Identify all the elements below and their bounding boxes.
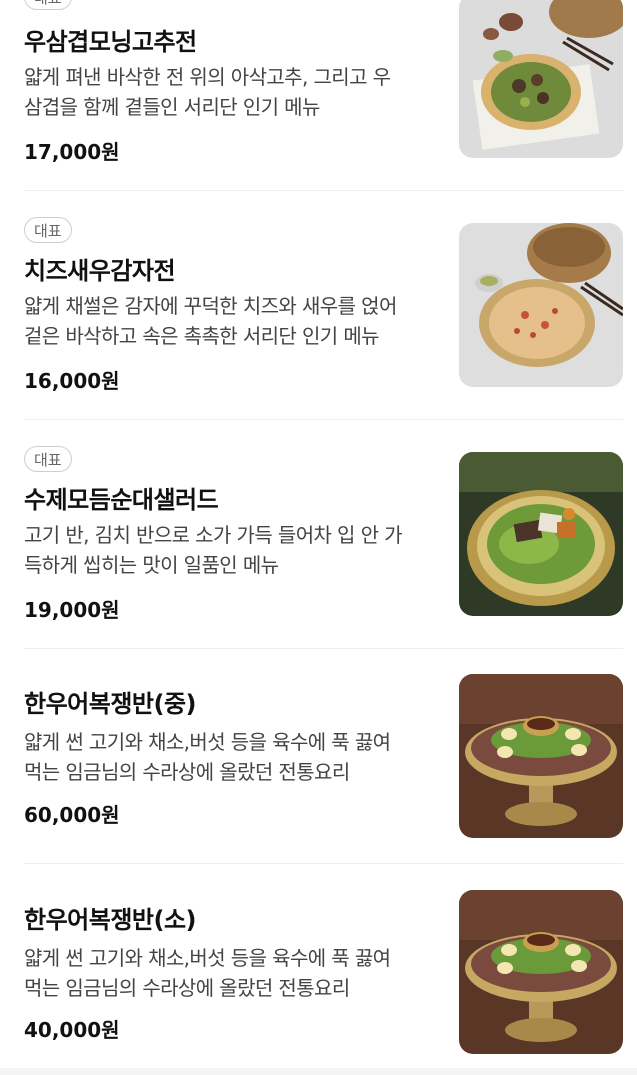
menu-item-name: 치즈새우감자전 bbox=[24, 257, 176, 285]
beef-hotpot-photo bbox=[459, 674, 623, 838]
menu-item-price: 60,000원 bbox=[24, 803, 120, 827]
menu-item-description: 얇게 썬 고기와 채소,버섯 등을 육수에 푹 끓여 먹는 임금님의 수라상에 … bbox=[24, 730, 391, 784]
beef-hotpot-photo bbox=[459, 890, 623, 1054]
menu-item-description: 얇게 채썰은 감자에 꾸덕한 치즈와 새우를 얹어 겉은 바삭하고 속은 촉촉한… bbox=[24, 294, 397, 348]
potato-pancake-photo bbox=[459, 223, 623, 387]
divider bbox=[24, 190, 623, 191]
menu-item-description: 고기 반, 김치 반으로 소가 가득 들어차 입 안 가 득하게 씹히는 맛이 … bbox=[24, 523, 403, 577]
signature-badge: 대표 bbox=[24, 0, 72, 10]
menu-item-name: 수제모듬순대샐러드 bbox=[24, 486, 219, 514]
menu-item-price: 17,000원 bbox=[24, 140, 120, 164]
menu-item-description: 얇게 썬 고기와 채소,버섯 등을 육수에 푹 끓여 먹는 임금님의 수라상에 … bbox=[24, 946, 391, 1000]
menu-item-description: 얇게 펴낸 바삭한 전 위의 아삭고추, 그리고 우 삼겹을 함께 곁들인 서리… bbox=[24, 65, 391, 119]
menu-item-name: 우삼겹모닝고추전 bbox=[24, 28, 197, 56]
pancake-with-peppers-photo bbox=[459, 0, 623, 158]
menu-item-price: 16,000원 bbox=[24, 369, 120, 393]
menu-item-price: 40,000원 bbox=[24, 1018, 120, 1042]
signature-badge: 대표 bbox=[24, 217, 72, 243]
divider bbox=[24, 863, 623, 864]
signature-badge: 대표 bbox=[24, 446, 72, 472]
menu-item-name: 한우어복쟁반(중) bbox=[24, 690, 197, 718]
menu-item-price: 19,000원 bbox=[24, 598, 120, 622]
sundae-salad-photo bbox=[459, 452, 623, 616]
divider bbox=[24, 419, 623, 420]
divider bbox=[24, 648, 623, 649]
menu-item-name: 한우어복쟁반(소) bbox=[24, 906, 197, 934]
bottom-edge bbox=[0, 1068, 637, 1075]
